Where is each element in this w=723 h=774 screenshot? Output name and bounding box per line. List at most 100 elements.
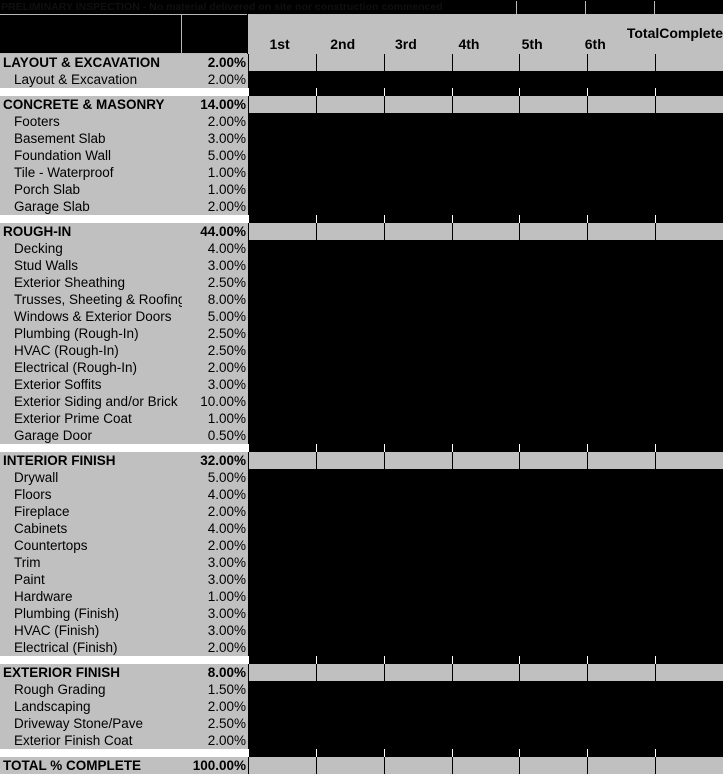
section-1-item-5-entry-cell-4[interactable] xyxy=(451,198,520,215)
section-3-item-0-entry-cell-1[interactable] xyxy=(248,469,316,486)
banner-empty-cell-3[interactable] xyxy=(654,0,723,14)
section-3-item-6-entry-cell-1[interactable] xyxy=(248,571,316,588)
section-3-item-7-entry-cell-2[interactable] xyxy=(315,588,384,605)
section-1-item-2-entry-cell-6[interactable] xyxy=(587,147,656,164)
section-2-item-7-entry-cell-3[interactable] xyxy=(383,359,452,376)
section-2-item-5-entry-cell-3[interactable] xyxy=(383,325,452,342)
section-1-item-3-entry-cell-5[interactable] xyxy=(519,164,588,181)
section-4-item-0-entry-cell-3[interactable] xyxy=(383,681,452,698)
section-2-item-5-entry-cell-1[interactable] xyxy=(248,325,316,342)
section-1-item-5-entry-cell-3[interactable] xyxy=(383,198,452,215)
section-1-item-1-entry-cell-7[interactable] xyxy=(655,130,723,147)
section-4-entry-cell-1[interactable] xyxy=(248,664,316,681)
section-1-entry-cell-4[interactable] xyxy=(451,96,520,113)
section-2-item-10-entry-cell-4[interactable] xyxy=(451,410,520,427)
section-2-item-6-entry-cell-6[interactable] xyxy=(587,342,656,359)
section-3-entry-cell-6[interactable] xyxy=(587,452,656,469)
section-3-item-5-entry-cell-7[interactable] xyxy=(655,554,723,571)
section-1-item-0-entry-cell-2[interactable] xyxy=(315,113,384,130)
section-3-item-5-entry-cell-5[interactable] xyxy=(519,554,588,571)
section-3-item-0-entry-cell-4[interactable] xyxy=(451,469,520,486)
section-4-entry-cell-7[interactable] xyxy=(655,664,723,681)
section-1-item-4-entry-cell-5[interactable] xyxy=(519,181,588,198)
section-3-entry-cell-3[interactable] xyxy=(383,452,452,469)
section-2-item-1-entry-cell-3[interactable] xyxy=(383,257,452,274)
section-4-item-1-entry-cell-1[interactable] xyxy=(248,698,316,715)
section-1-item-4-entry-cell-1[interactable] xyxy=(248,181,316,198)
section-4-item-1-entry-cell-3[interactable] xyxy=(383,698,452,715)
section-2-item-5-entry-cell-6[interactable] xyxy=(587,325,656,342)
section-2-item-1-entry-cell-6[interactable] xyxy=(587,257,656,274)
section-1-item-3-entry-cell-3[interactable] xyxy=(383,164,452,181)
section-2-entry-cell-1[interactable] xyxy=(248,223,316,240)
section-0-entry-cell-5[interactable] xyxy=(519,54,588,71)
section-3-item-4-entry-cell-6[interactable] xyxy=(587,537,656,554)
section-2-item-11-entry-cell-5[interactable] xyxy=(519,427,588,444)
section-3-item-2-entry-cell-4[interactable] xyxy=(451,503,520,520)
total-entry-cell-5[interactable] xyxy=(519,757,588,774)
section-2-item-3-entry-cell-5[interactable] xyxy=(519,291,588,308)
section-2-item-1-entry-cell-1[interactable] xyxy=(248,257,316,274)
section-3-item-10-entry-cell-3[interactable] xyxy=(383,639,452,656)
section-1-item-5-entry-cell-1[interactable] xyxy=(248,198,316,215)
section-3-item-10-entry-cell-1[interactable] xyxy=(248,639,316,656)
section-2-item-2-entry-cell-5[interactable] xyxy=(519,274,588,291)
section-2-item-9-entry-cell-6[interactable] xyxy=(587,393,656,410)
section-4-item-3-entry-cell-4[interactable] xyxy=(451,732,520,749)
section-2-item-8-entry-cell-4[interactable] xyxy=(451,376,520,393)
section-1-item-1-entry-cell-2[interactable] xyxy=(315,130,384,147)
section-2-item-8-entry-cell-6[interactable] xyxy=(587,376,656,393)
section-4-item-2-entry-cell-4[interactable] xyxy=(451,715,520,732)
section-2-item-1-entry-cell-4[interactable] xyxy=(451,257,520,274)
section-4-item-0-entry-cell-6[interactable] xyxy=(587,681,656,698)
total-entry-cell-2[interactable] xyxy=(315,757,384,774)
section-3-item-3-entry-cell-6[interactable] xyxy=(587,520,656,537)
section-1-item-5-entry-cell-6[interactable] xyxy=(587,198,656,215)
section-2-item-7-entry-cell-7[interactable] xyxy=(655,359,723,376)
section-2-item-0-entry-cell-1[interactable] xyxy=(248,240,316,257)
section-3-item-7-entry-cell-6[interactable] xyxy=(587,588,656,605)
section-2-item-5-entry-cell-2[interactable] xyxy=(315,325,384,342)
section-2-item-10-entry-cell-6[interactable] xyxy=(587,410,656,427)
section-3-item-10-entry-cell-5[interactable] xyxy=(519,639,588,656)
section-1-item-0-entry-cell-6[interactable] xyxy=(587,113,656,130)
section-3-item-10-entry-cell-2[interactable] xyxy=(315,639,384,656)
total-entry-cell-3[interactable] xyxy=(383,757,452,774)
section-2-item-6-entry-cell-3[interactable] xyxy=(383,342,452,359)
section-2-item-11-entry-cell-4[interactable] xyxy=(451,427,520,444)
section-3-item-0-entry-cell-5[interactable] xyxy=(519,469,588,486)
section-2-item-0-entry-cell-3[interactable] xyxy=(383,240,452,257)
section-1-item-5-entry-cell-2[interactable] xyxy=(315,198,384,215)
section-3-item-5-entry-cell-2[interactable] xyxy=(315,554,384,571)
section-3-item-1-entry-cell-5[interactable] xyxy=(519,486,588,503)
section-3-item-8-entry-cell-2[interactable] xyxy=(315,605,384,622)
section-1-entry-cell-3[interactable] xyxy=(383,96,452,113)
section-3-item-5-entry-cell-1[interactable] xyxy=(248,554,316,571)
section-0-item-0-entry-cell-3[interactable] xyxy=(383,71,452,88)
section-4-item-3-entry-cell-7[interactable] xyxy=(655,732,723,749)
section-2-item-5-entry-cell-7[interactable] xyxy=(655,325,723,342)
section-3-item-1-entry-cell-2[interactable] xyxy=(315,486,384,503)
section-4-item-3-entry-cell-5[interactable] xyxy=(519,732,588,749)
section-0-item-0-entry-cell-2[interactable] xyxy=(315,71,384,88)
section-3-item-9-entry-cell-3[interactable] xyxy=(383,622,452,639)
section-4-item-2-entry-cell-2[interactable] xyxy=(315,715,384,732)
section-3-item-1-entry-cell-7[interactable] xyxy=(655,486,723,503)
section-1-entry-cell-2[interactable] xyxy=(315,96,384,113)
section-2-entry-cell-4[interactable] xyxy=(451,223,520,240)
section-2-item-11-entry-cell-2[interactable] xyxy=(315,427,384,444)
section-2-item-3-entry-cell-7[interactable] xyxy=(655,291,723,308)
section-2-item-8-entry-cell-2[interactable] xyxy=(315,376,384,393)
section-3-item-3-entry-cell-3[interactable] xyxy=(383,520,452,537)
section-3-entry-cell-5[interactable] xyxy=(519,452,588,469)
section-4-item-2-entry-cell-1[interactable] xyxy=(248,715,316,732)
section-1-item-1-entry-cell-4[interactable] xyxy=(451,130,520,147)
section-3-item-10-entry-cell-4[interactable] xyxy=(451,639,520,656)
section-4-item-1-entry-cell-2[interactable] xyxy=(315,698,384,715)
section-0-item-0-entry-cell-4[interactable] xyxy=(451,71,520,88)
section-3-item-2-entry-cell-7[interactable] xyxy=(655,503,723,520)
section-4-item-3-entry-cell-3[interactable] xyxy=(383,732,452,749)
section-2-item-4-entry-cell-1[interactable] xyxy=(248,308,316,325)
section-0-entry-cell-4[interactable] xyxy=(451,54,520,71)
section-2-item-7-entry-cell-2[interactable] xyxy=(315,359,384,376)
